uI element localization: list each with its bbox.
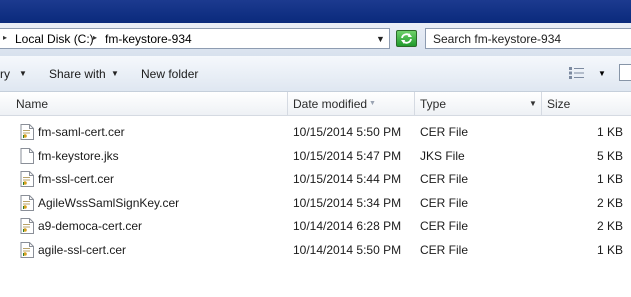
column-header-type[interactable]: Type [415,92,542,115]
file-type: CER File [420,242,469,257]
column-header-date-label: Date modified [293,97,368,111]
file-size: 1 KB [597,125,624,139]
file-date-modified: 10/14/2014 5:50 PM [293,242,402,257]
sort-descending-icon: ▼ [369,100,376,107]
certificate-file-icon [20,218,34,234]
file-date-modified: 10/15/2014 5:47 PM [293,148,402,163]
file-size: 2 KB [597,219,624,233]
file-name[interactable]: agile-ssl-cert.cer [38,243,126,257]
certificate-file-icon [20,124,34,140]
certificate-file-icon [20,194,34,211]
blank-file-icon [20,147,34,164]
file-type: CER File [420,219,469,233]
breadcrumb-separator-icon[interactable]: ▸ [93,33,97,42]
type-filter-dropdown-icon[interactable]: ▼ [529,99,537,108]
column-header-name[interactable]: Name [0,92,288,115]
file-type: CER File [420,172,469,186]
file-date-modified: 10/15/2014 5:50 PM [293,125,402,139]
file-name[interactable]: AgileWssSamlSignKey.cer [38,196,179,210]
column-header-type-label: Type [420,97,447,111]
file-row[interactable]: a9-democa-cert.cer 10/14/2014 6:28 PM CER … [0,215,631,238]
file-type: CER File [420,125,469,139]
search-input[interactable]: Search fm-keystore-934 [425,28,631,49]
organize-button[interactable]: ry [0,67,10,81]
refresh-icon [401,33,412,44]
file-date-modified: 10/14/2014 6:28 PM [293,219,402,233]
breadcrumb-separator-icon[interactable]: ▸ [3,33,7,42]
address-dropdown-icon[interactable]: ▼ [376,34,385,44]
change-view-icon[interactable] [568,66,586,80]
column-header-row: Name Date modified ▼ Type ▼ Size [0,92,631,116]
file-name[interactable]: fm-saml-cert.cer [38,125,125,139]
column-header-size-label: Size [547,97,571,111]
column-header-name-label: Name [16,97,49,111]
certificate-file-icon [20,241,34,258]
share-with-dropdown-icon[interactable]: ▼ [111,69,119,78]
file-type: JKS File [420,148,465,163]
window-bottom-edge [0,292,631,297]
file-size: 5 KB [597,148,624,163]
refresh-button[interactable] [396,30,417,47]
certificate-file-icon [20,171,34,187]
file-row[interactable]: fm-ssl-cert.cer 10/15/2014 5:44 PM CER Fil… [0,168,631,191]
file-type: CER File [420,195,469,210]
column-header-date-modified[interactable]: Date modified [288,92,415,115]
organize-dropdown-icon[interactable]: ▼ [19,69,27,78]
file-row[interactable]: fm-saml-cert.cer 10/15/2014 5:50 PM CER Fi… [0,121,631,144]
address-bar-row: ▸ Local Disk (C:) ▸ fm-keystore-934 ▼ Se… [0,23,631,56]
new-folder-button[interactable]: New folder [141,67,198,81]
file-date-modified: 10/15/2014 5:34 PM [293,195,402,210]
column-header-size[interactable]: Size [542,92,631,115]
file-size: 2 KB [597,195,624,210]
window-title-bar [0,0,631,23]
file-name[interactable]: a9-democa-cert.cer [38,219,142,233]
file-size: 1 KB [597,242,624,257]
file-row[interactable]: agile-ssl-cert.cer 10/14/2014 5:50 PM CER … [0,239,631,262]
file-row[interactable]: AgileWssSamlSignKey.cer 10/15/2014 5:34 P… [0,192,631,215]
command-bar: ry ▼ Share with ▼ New folder ▼ [0,56,631,92]
file-name[interactable]: fm-keystore.jks [38,149,119,163]
breadcrumb-folder[interactable]: fm-keystore-934 [105,32,192,46]
file-size: 1 KB [597,172,624,186]
file-date-modified: 10/15/2014 5:44 PM [293,172,402,186]
address-bar[interactable]: ▸ Local Disk (C:) ▸ fm-keystore-934 ▼ [0,28,390,49]
file-name[interactable]: fm-ssl-cert.cer [38,172,114,186]
search-placeholder: Search fm-keystore-934 [433,32,562,46]
breadcrumb-local-disk[interactable]: Local Disk (C:) [15,32,94,46]
share-with-button[interactable]: Share with [49,67,106,81]
preview-pane-icon[interactable] [619,64,631,81]
file-row[interactable]: fm-keystore.jks 10/15/2014 5:47 PM JKS Fil… [0,145,631,168]
view-options-dropdown-icon[interactable]: ▼ [598,69,606,78]
